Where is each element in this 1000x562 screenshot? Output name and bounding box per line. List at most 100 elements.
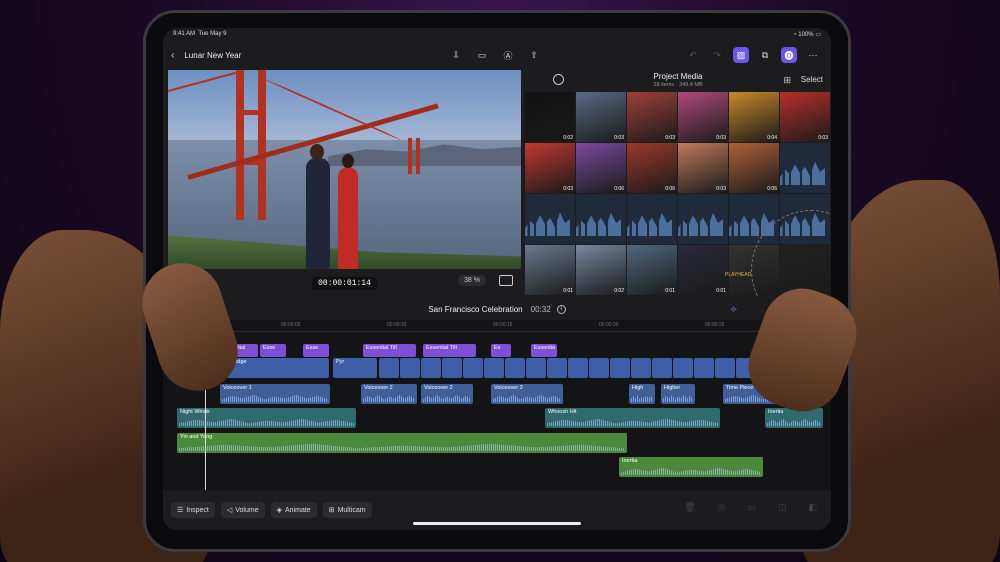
select-button[interactable]: Select: [801, 75, 823, 84]
sfx-clip[interactable]: Whoosh Hit: [545, 408, 720, 428]
redo-icon[interactable]: ↷: [709, 47, 725, 63]
grid-view-icon[interactable]: ⊞: [783, 75, 791, 86]
volume-button[interactable]: ◁ Volume: [220, 502, 265, 518]
trim-icon[interactable]: ◧: [808, 502, 817, 513]
media-browser-icon[interactable]: ▨: [733, 47, 749, 63]
video-clip-clip[interactable]: [694, 358, 714, 378]
video-clip-clip[interactable]: [631, 358, 651, 378]
video-clip-clip[interactable]: [400, 358, 420, 378]
split-icon[interactable]: ◫: [778, 502, 787, 513]
video-viewer[interactable]: [168, 70, 521, 269]
check-icon[interactable]: ◎: [718, 502, 726, 513]
voiceover-icon[interactable]: Ⓐ: [500, 47, 516, 63]
video-clip-clip[interactable]: [379, 358, 399, 378]
media-thumbnail[interactable]: [525, 194, 575, 244]
delete-icon[interactable]: 🗑: [684, 502, 695, 513]
undo-icon[interactable]: ↶: [685, 47, 701, 63]
video-clip-clip[interactable]: [421, 358, 441, 378]
voice-clip[interactable]: Voiceover 3: [491, 384, 563, 404]
voice-clip[interactable]: High: [629, 384, 655, 404]
title-clip-clip[interactable]: Esse: [260, 344, 286, 357]
video-clip-clip[interactable]: [568, 358, 588, 378]
title-clip-clip[interactable]: Essential Titl: [423, 344, 476, 357]
media-thumbnail[interactable]: 0:06: [627, 143, 677, 193]
video-clip-clip[interactable]: [442, 358, 462, 378]
media-thumbnail[interactable]: 0:03: [780, 92, 830, 142]
video-clip-clip[interactable]: [547, 358, 567, 378]
thumbnail-duration: 0:01: [716, 288, 726, 294]
media-thumbnail[interactable]: 0:01: [525, 245, 575, 295]
music-clip[interactable]: Inertia: [619, 457, 763, 477]
screen: 9:41 AM Tue May 9 ◔ 100% ▭ ‹ Lunar New Y…: [163, 28, 831, 530]
battery-indicator: ◔ 100% ▭: [793, 32, 821, 38]
media-thumbnail[interactable]: 0:03: [576, 92, 626, 142]
media-thumbnail[interactable]: 0:04: [729, 92, 779, 142]
more-icon[interactable]: ⋯: [805, 47, 821, 63]
info-icon[interactable]: i: [556, 304, 566, 314]
timeline[interactable]: 00:00:05 00:00:10 00:00:15 00:00:20 00:00:25…: [163, 320, 831, 490]
media-thumbnail[interactable]: 0:03: [678, 92, 728, 142]
status-bar: 9:41 AM Tue May 9 ◔ 100% ▭: [163, 28, 831, 42]
ruler-tick: 00:00:20: [599, 322, 619, 328]
camera-icon[interactable]: ▭: [474, 47, 490, 63]
media-thumbnail[interactable]: 0:03: [678, 143, 728, 193]
aspect-ratio-icon[interactable]: [499, 275, 513, 286]
sfx-clip[interactable]: Night Winds: [177, 408, 356, 428]
music-clip[interactable]: Yin and Yang: [177, 433, 627, 453]
media-thumbnail[interactable]: [576, 194, 626, 244]
voice-clip[interactable]: Voiceover 1: [220, 384, 330, 404]
import-icon[interactable]: ⇩: [448, 47, 464, 63]
media-thumbnail[interactable]: 0:03: [627, 92, 677, 142]
media-thumbnail[interactable]: 0:02: [525, 92, 575, 142]
timeline-ruler[interactable]: 00:00:05 00:00:10 00:00:15 00:00:20 00:00:25: [163, 320, 831, 332]
media-thumbnail[interactable]: [627, 194, 677, 244]
ruler-tick: 00:00:25: [705, 322, 725, 328]
status-time: 9:41 AM: [173, 31, 196, 37]
effects-icon[interactable]: ⧉: [757, 47, 773, 63]
snapping-icon[interactable]: ⟡: [730, 304, 737, 315]
video-clip-clip[interactable]: [505, 358, 525, 378]
title-clip-clip[interactable]: Essential Titl: [363, 344, 416, 357]
toolbar-right: ↶ ↷ ▨ ⧉ ⓿ ⋯: [685, 47, 821, 63]
ruler-tick: 00:00:15: [493, 322, 513, 328]
media-thumbnail[interactable]: 0:01: [627, 245, 677, 295]
voice-clip[interactable]: Voiceover 2: [361, 384, 417, 404]
inspect-button[interactable]: ☰ Inspect: [171, 502, 215, 518]
timecode-display: 00:00:01:14: [312, 276, 377, 290]
zoom-level[interactable]: 38 %: [459, 275, 485, 286]
video-clip-clip[interactable]: [589, 358, 609, 378]
video-clip-clip[interactable]: [526, 358, 546, 378]
media-thumbnail[interactable]: 0:03: [525, 143, 575, 193]
sfx-clip[interactable]: Inertia: [765, 408, 823, 428]
media-thumbnail[interactable]: 0:02: [576, 245, 626, 295]
inspector-icon[interactable]: ⓿: [781, 47, 797, 63]
voice-clip[interactable]: Higher: [661, 384, 695, 404]
media-thumbnail[interactable]: [678, 194, 728, 244]
video-clip-clip[interactable]: [484, 358, 504, 378]
title-clip-clip[interactable]: Esse: [303, 344, 329, 357]
thumbnail-duration: 0:03: [614, 135, 624, 141]
video-clip-clip[interactable]: Pyr: [333, 358, 377, 378]
back-chevron-icon[interactable]: ‹: [171, 50, 174, 61]
video-clip-clip[interactable]: [463, 358, 483, 378]
multicam-button[interactable]: ⊞ Multicam: [322, 502, 372, 518]
media-thumbnail[interactable]: 0:06: [729, 143, 779, 193]
media-thumbnail[interactable]: 0:06: [576, 143, 626, 193]
media-thumbnail[interactable]: 0:01: [678, 245, 728, 295]
edit-actions: 🗑 ◎ ▭ ◫ ◧: [684, 502, 817, 513]
animate-button[interactable]: ◈ Animate: [270, 502, 317, 518]
video-clip-clip[interactable]: [652, 358, 672, 378]
ruler-tick: 00:00:05: [281, 322, 301, 328]
thumbnail-duration: 0:06: [614, 186, 624, 192]
title-clip-clip[interactable]: Essentia: [531, 344, 557, 357]
voice-clip[interactable]: Voiceover 2: [421, 384, 473, 404]
thumbnail-duration: 0:01: [563, 288, 573, 294]
video-clip-clip[interactable]: [610, 358, 630, 378]
share-icon[interactable]: ⇧: [526, 47, 542, 63]
video-clip-clip[interactable]: [673, 358, 693, 378]
title-clip-clip[interactable]: Es: [491, 344, 511, 357]
video-clip-clip[interactable]: [715, 358, 735, 378]
media-thumbnail[interactable]: [780, 143, 830, 193]
detach-icon[interactable]: ▭: [747, 502, 756, 513]
playhead-label: PLAYHEAD: [725, 272, 752, 278]
